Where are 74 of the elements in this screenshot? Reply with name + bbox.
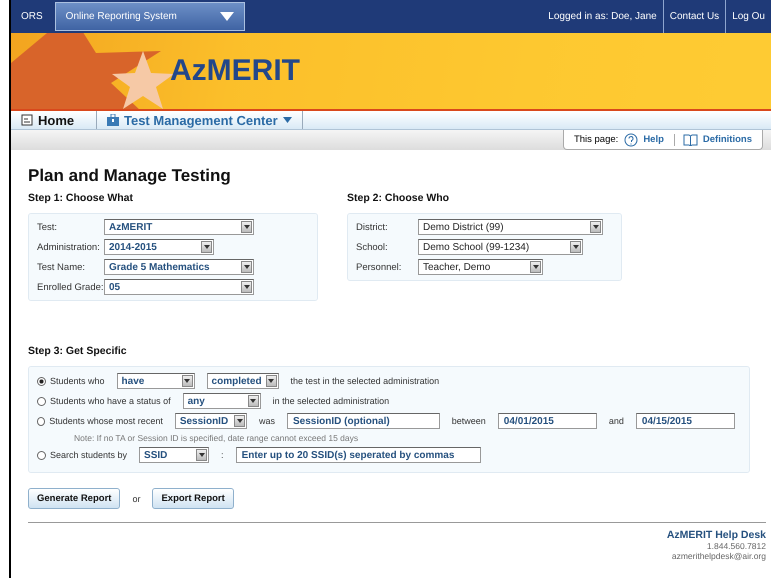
field-label: School: — [356, 242, 389, 252]
report-button[interactable]: Export Report — [152, 488, 234, 509]
caret-icon — [250, 399, 256, 403]
criteria-text: between — [452, 416, 486, 426]
criteria-text: was — [259, 416, 276, 426]
caret-icon — [204, 245, 210, 249]
field-label: Personnel: — [356, 262, 402, 272]
dropdown[interactable]: 2014-2015 — [104, 239, 214, 255]
page-title: Plan and Manage Testing — [28, 166, 232, 186]
caret-icon — [268, 379, 274, 383]
book-icon — [682, 134, 698, 146]
caret-icon — [244, 225, 250, 229]
radio-button[interactable] — [37, 376, 46, 386]
dropdown[interactable]: Demo District (99) — [418, 219, 603, 235]
field-label: Administration: — [37, 242, 101, 252]
phone-number: 1.844.560.7812 — [706, 541, 766, 551]
caret-icon — [244, 265, 250, 269]
criteria-text: Students who — [50, 376, 105, 386]
help-desk-title: AzMERIT Help Desk — [666, 529, 766, 541]
caret-icon — [198, 453, 205, 457]
radio-button[interactable] — [37, 450, 46, 460]
caret-icon — [532, 265, 538, 269]
help-icon — [624, 132, 638, 146]
caret-icon — [592, 225, 598, 229]
dropdown[interactable]: any — [182, 393, 261, 409]
criteria-text: in the selected administration — [272, 396, 390, 406]
dropdown[interactable]: Demo School (99-1234) — [418, 239, 583, 255]
dropdown[interactable]: Teacher, Demo — [418, 259, 543, 275]
field-label: Test Name: — [37, 262, 86, 272]
briefcase-icon — [107, 114, 119, 126]
field-label: District: — [356, 222, 389, 232]
logo-text: AzMERIT — [170, 54, 300, 88]
page-tool-link[interactable]: Help — [624, 132, 664, 146]
caret-icon — [572, 245, 578, 249]
dropdown[interactable]: Grade 5 Mathematics — [104, 259, 254, 275]
system-dropdown[interactable]: Online Reporting System — [54, 2, 245, 31]
separator-text: or — [132, 494, 140, 504]
criteria-text: Search students by — [50, 450, 128, 460]
caret-icon — [244, 285, 250, 289]
page-tool-link[interactable]: Definitions — [674, 134, 752, 146]
section-heading: Step 3: Get Specific — [28, 345, 128, 357]
dropdown[interactable]: AzMERIT — [104, 219, 254, 235]
page-label: This page: — [574, 134, 618, 145]
app-label: ORS — [20, 11, 44, 22]
field-label: Test: — [37, 222, 58, 232]
nav-tab[interactable]: Home — [11, 111, 97, 129]
caret-icon — [184, 379, 190, 383]
field-label: Enrolled Grade: — [37, 282, 104, 292]
section-heading: Step 1: Choose What — [28, 192, 134, 204]
input-field[interactable]: SessionID (optional) — [287, 413, 440, 429]
criteria-text: and — [608, 416, 624, 426]
caret-icon — [236, 419, 242, 423]
dropdown[interactable]: SSID — [139, 447, 210, 463]
criteria-text: Students whose most recent — [49, 416, 163, 426]
input-field[interactable]: Enter up to 20 SSID(s) seperated by commas — [236, 447, 481, 463]
note-text: Note: If no TA or Session ID is specified, date range cannot exceed 15 days — [73, 433, 360, 443]
dropdown[interactable]: SessionID — [174, 413, 247, 429]
criteria-text: the test in the selected administration — [290, 376, 440, 386]
radio-button[interactable] — [37, 416, 46, 426]
email-address: azmerithelpdesk@air.org — [672, 551, 766, 561]
input-field[interactable]: 04/15/2015 — [636, 413, 736, 429]
report-button[interactable]: Generate Report — [28, 488, 120, 509]
dropdown[interactable]: have — [116, 373, 195, 389]
logged-in-text: Logged in as: Doe, Jane — [547, 11, 658, 22]
input-field[interactable]: 04/01/2015 — [498, 413, 597, 429]
dropdown[interactable]: completed — [206, 373, 279, 389]
caret-icon — [220, 12, 234, 21]
radio-button[interactable] — [37, 396, 46, 406]
nav-tab[interactable]: Test Management Center — [97, 111, 303, 129]
dropdown[interactable]: 05 — [104, 279, 254, 295]
document-icon — [21, 114, 33, 126]
criteria-text: : — [221, 450, 224, 460]
criteria-text: Students who have a status of — [50, 396, 171, 406]
section-heading: Step 2: Choose Who — [347, 192, 450, 204]
